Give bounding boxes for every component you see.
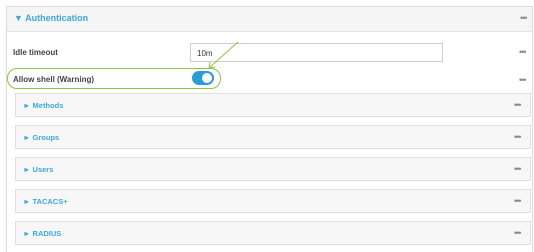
section-users-title: ► Users [23, 165, 53, 174]
section-tacacs[interactable]: ► TACACS+ ••• [15, 189, 531, 213]
idle-timeout-more-icon[interactable]: ••• [519, 47, 527, 57]
caret-down-icon: ▼ [14, 13, 23, 23]
allow-shell-more-icon[interactable]: ••• [519, 75, 527, 85]
section-radius[interactable]: ► RADIUS ••• [15, 221, 531, 245]
section-radius-label: RADIUS [32, 229, 62, 238]
allow-shell-toggle[interactable] [192, 71, 214, 85]
authentication-title-label: Authentication [25, 13, 89, 23]
section-tacacs-title: ► TACACS+ [23, 197, 68, 206]
idle-timeout-label: Idle timeout [13, 48, 58, 57]
section-methods-more-icon[interactable]: ••• [514, 100, 522, 110]
section-groups-more-icon[interactable]: ••• [514, 132, 522, 142]
section-tacacs-more-icon[interactable]: ••• [514, 196, 522, 206]
authentication-title[interactable]: ▼ Authentication [14, 13, 88, 23]
section-radius-title: ► RADIUS [23, 229, 61, 238]
caret-right-icon: ► [23, 165, 31, 174]
section-users-more-icon[interactable]: ••• [514, 164, 522, 174]
caret-right-icon: ► [23, 229, 31, 238]
section-groups-title: ► Groups [23, 133, 59, 142]
section-methods[interactable]: ► Methods ••• [15, 93, 531, 117]
allow-shell-label: Allow shell (Warning) [13, 75, 95, 84]
more-options-icon[interactable]: ••• [520, 13, 528, 23]
section-methods-title: ► Methods [23, 101, 63, 110]
section-radius-more-icon[interactable]: ••• [514, 228, 522, 238]
section-groups[interactable]: ► Groups ••• [15, 125, 531, 149]
section-methods-label: Methods [32, 101, 64, 110]
toggle-knob [202, 73, 212, 83]
section-users[interactable]: ► Users ••• [15, 157, 531, 181]
section-users-label: Users [32, 165, 54, 174]
section-tacacs-label: TACACS+ [32, 197, 68, 206]
caret-right-icon: ► [23, 197, 31, 206]
idle-timeout-input[interactable]: 10m [190, 43, 443, 62]
authentication-header[interactable]: ▼ Authentication ••• [7, 7, 532, 32]
caret-right-icon: ► [23, 133, 31, 142]
section-groups-label: Groups [32, 133, 60, 142]
caret-right-icon: ► [23, 101, 31, 110]
